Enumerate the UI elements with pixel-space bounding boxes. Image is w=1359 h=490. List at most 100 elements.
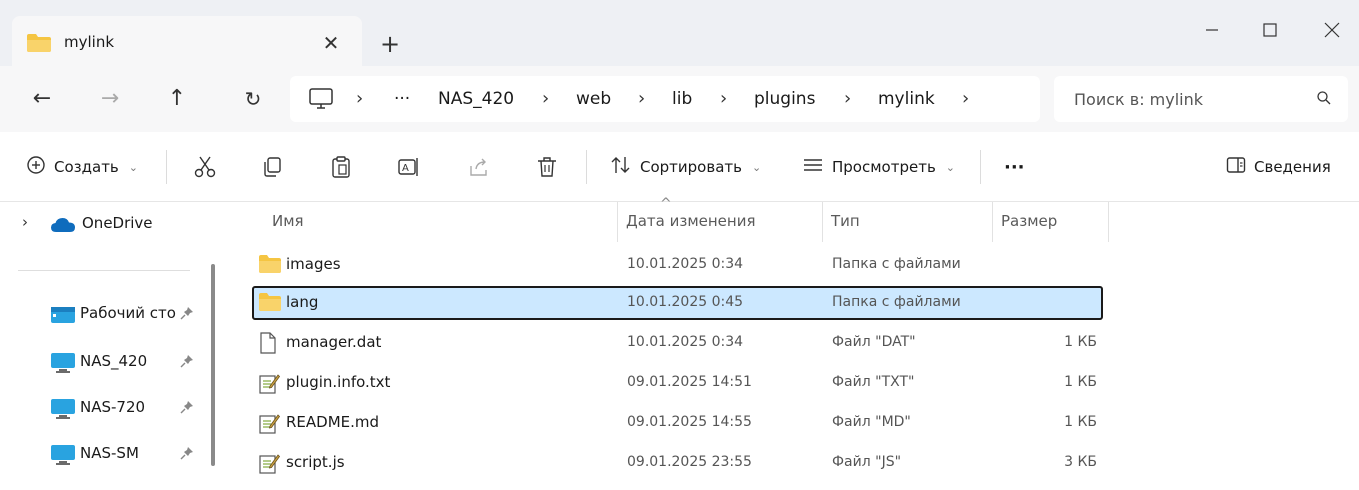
title-bar: mylink ✕ + (0, 0, 1359, 66)
table-row[interactable]: manager.dat 10.01.2025 0:34 Файл "DAT" 1… (252, 326, 1103, 360)
file-size: 1 КБ (1064, 374, 1097, 390)
chevron-down-icon: ⌄ (128, 160, 138, 174)
column-header-date[interactable]: Дата изменения (618, 202, 823, 242)
search-box[interactable]: Поиск в: mylink (1054, 76, 1348, 122)
column-date-label: Дата изменения (626, 212, 756, 230)
file-date: 09.01.2025 14:55 (627, 414, 752, 430)
breadcrumb-chevron-icon[interactable]: › (720, 88, 727, 109)
pin-icon[interactable] (180, 306, 194, 324)
table-row[interactable]: images 10.01.2025 0:34 Папка с файлами (252, 248, 1103, 282)
back-arrow-icon[interactable]: ← (27, 84, 57, 114)
details-label: Сведения (1254, 158, 1331, 176)
file-name: images (286, 255, 341, 273)
close-tab-icon[interactable]: ✕ (316, 28, 346, 58)
view-button[interactable]: Просмотреть ⌄ (802, 132, 955, 202)
details-button[interactable]: Сведения (1226, 132, 1331, 202)
search-icon[interactable] (1316, 90, 1332, 110)
up-arrow-icon[interactable]: ↑ (162, 84, 192, 114)
breadcrumb-chevron-icon[interactable]: › (356, 88, 363, 109)
file-type: Папка с файлами (832, 256, 961, 272)
breadcrumb-chevron-icon[interactable]: › (962, 88, 969, 109)
column-divider[interactable] (1108, 202, 1109, 242)
sidebar-item-desktop[interactable]: Рабочий сто (0, 298, 210, 330)
text-file-icon (258, 372, 281, 398)
breadcrumb-overflow[interactable]: ··· (394, 89, 410, 109)
new-tab-button[interactable]: + (374, 28, 406, 60)
file-size: 1 КБ (1064, 334, 1097, 350)
pin-icon[interactable] (180, 446, 194, 464)
delete-icon[interactable] (534, 154, 560, 180)
file-name: lang (286, 293, 319, 311)
copy-icon[interactable] (260, 154, 286, 180)
column-header-type[interactable]: Тип (823, 202, 993, 242)
monitor-icon (50, 398, 76, 424)
refresh-icon[interactable]: ↻ (238, 84, 268, 114)
sidebar-item-label: NAS_420 (80, 352, 148, 370)
breadcrumb-mylink[interactable]: mylink (878, 89, 935, 109)
breadcrumb-web[interactable]: web (576, 89, 611, 109)
share-icon[interactable] (466, 154, 492, 180)
breadcrumb-chevron-icon[interactable]: › (844, 88, 851, 109)
breadcrumb-chevron-icon[interactable]: › (542, 88, 549, 109)
column-size-label: Размер (1001, 212, 1058, 230)
toolbar-divider (586, 150, 587, 184)
column-header-name[interactable]: Имя (258, 202, 620, 242)
minimize-icon[interactable] (1192, 10, 1232, 50)
breadcrumb-lib[interactable]: lib (672, 89, 692, 109)
breadcrumb-chevron-icon[interactable]: › (638, 88, 645, 109)
column-header-size[interactable]: Размер (993, 202, 1108, 242)
folder-icon (26, 33, 52, 57)
sidebar-item-label: Рабочий сто (80, 304, 176, 322)
address-row: ← → ↑ ↻ › ··· NAS_420 › web › lib › plug… (0, 66, 1359, 132)
table-row[interactable]: script.js 09.01.2025 23:55 Файл "JS" 3 К… (252, 446, 1103, 480)
sidebar-item-nas-420[interactable]: NAS_420 (0, 346, 210, 378)
view-list-icon (802, 156, 824, 178)
svg-text:A: A (402, 163, 409, 174)
file-date: 09.01.2025 14:51 (627, 374, 752, 390)
file-icon (258, 332, 278, 358)
chevron-down-icon: ⌄ (751, 160, 762, 174)
table-row-selected[interactable]: lang 10.01.2025 0:45 Папка с файлами (252, 286, 1103, 320)
sidebar-scrollbar[interactable] (211, 264, 215, 466)
search-input[interactable]: Поиск в: mylink (1074, 90, 1203, 109)
sidebar-item-label: NAS-720 (80, 398, 146, 416)
more-options-button[interactable]: ··· (1004, 132, 1025, 202)
create-label: Создать (54, 158, 119, 176)
maximize-icon[interactable] (1250, 10, 1290, 50)
text-file-icon (258, 412, 281, 438)
monitor-icon (50, 444, 76, 470)
cloud-icon (50, 217, 76, 237)
sidebar-item-nas-sm[interactable]: NAS-SM (0, 438, 210, 470)
pin-icon[interactable] (180, 354, 194, 372)
file-name: manager.dat (286, 333, 382, 351)
rename-icon[interactable]: A (396, 154, 422, 180)
close-window-icon[interactable] (1312, 10, 1352, 50)
breadcrumb-plugins[interactable]: plugins (754, 89, 815, 109)
computer-icon[interactable] (308, 87, 334, 115)
folder-icon (258, 254, 282, 278)
pin-icon[interactable] (180, 400, 194, 418)
navigation-pane: › OneDrive Рабочий сто NAS_420 NAS-720 N… (0, 202, 220, 490)
file-size: 1 КБ (1064, 414, 1097, 430)
address-bar[interactable]: › ··· NAS_420 › web › lib › plugins › my… (290, 76, 1040, 122)
folder-icon (258, 292, 282, 316)
breadcrumb-nas-420[interactable]: NAS_420 (438, 89, 514, 109)
view-label: Просмотреть (832, 158, 936, 176)
cut-icon[interactable] (192, 154, 218, 180)
expand-chevron-icon[interactable]: › (22, 213, 28, 231)
table-row[interactable]: plugin.info.txt 09.01.2025 14:51 Файл "T… (252, 366, 1103, 400)
file-size: 3 КБ (1064, 454, 1097, 470)
tab-mylink[interactable]: mylink ✕ (12, 16, 362, 66)
plus-circle-icon (26, 155, 46, 179)
tab-title: mylink (64, 33, 115, 51)
sidebar-item-nas-720[interactable]: NAS-720 (0, 392, 210, 424)
file-date: 09.01.2025 23:55 (627, 454, 752, 470)
table-row[interactable]: README.md 09.01.2025 14:55 Файл "MD" 1 К… (252, 406, 1103, 440)
sidebar-item-onedrive[interactable]: › OneDrive (0, 208, 210, 240)
forward-arrow-icon[interactable]: → (95, 84, 125, 114)
sort-button[interactable]: Сортировать ⌄ (610, 132, 761, 202)
paste-icon[interactable] (328, 154, 354, 180)
create-button[interactable]: Создать ⌄ (26, 132, 138, 202)
desktop-icon (50, 306, 76, 328)
details-pane-icon (1226, 156, 1246, 178)
